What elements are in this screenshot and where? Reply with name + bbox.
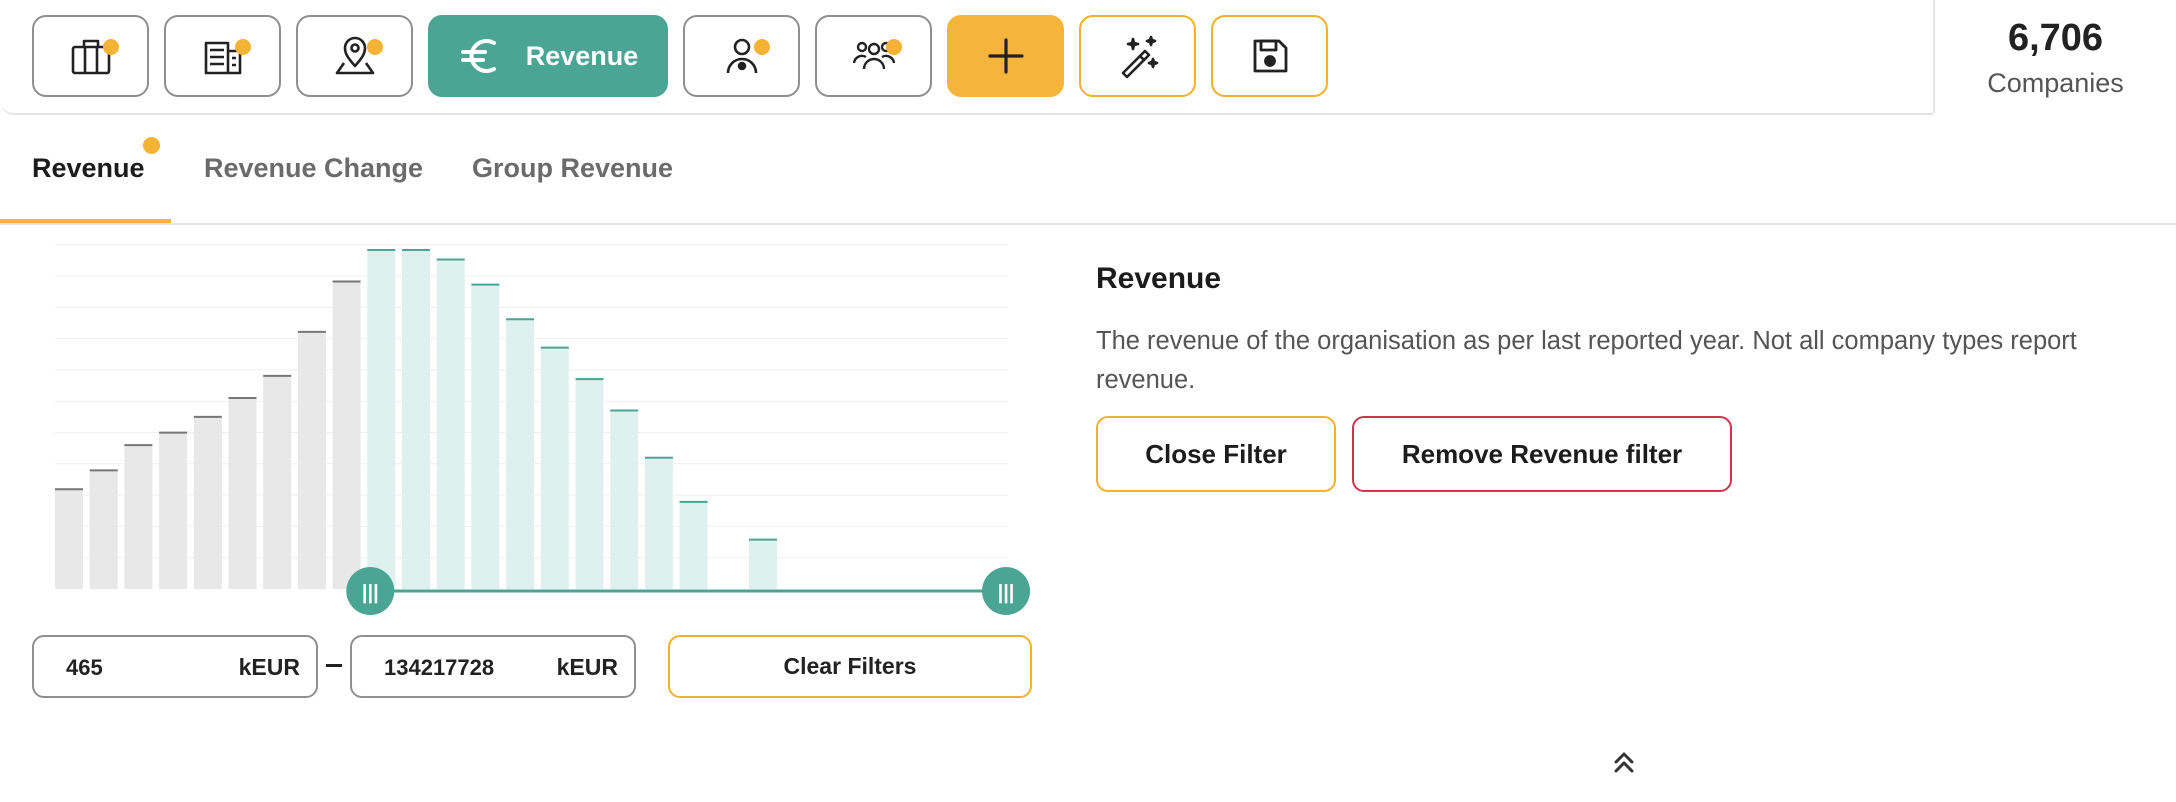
histogram-bar xyxy=(471,283,500,589)
company-register-button[interactable] xyxy=(164,15,281,97)
tab-revenue-change[interactable]: Revenue Change xyxy=(204,153,423,184)
revenue-tabs: Revenue Revenue Change Group Revenue xyxy=(0,115,2176,225)
range-slider-max-handle[interactable]: ||| xyxy=(982,567,1030,615)
histogram-bar xyxy=(332,280,361,589)
histogram-bar xyxy=(610,409,639,589)
histogram-bar xyxy=(679,500,708,589)
histogram-svg: ||| ||| xyxy=(55,244,1030,615)
plus-icon xyxy=(987,38,1024,74)
histogram-bar xyxy=(367,249,396,589)
histogram-bar xyxy=(228,396,257,589)
min-revenue-value: 465 xyxy=(66,655,103,680)
histogram-bar xyxy=(402,249,430,589)
slider-grip-icon: ||| xyxy=(362,582,379,604)
employees-filter-button[interactable] xyxy=(815,15,932,97)
active-filter-dot xyxy=(235,39,251,55)
max-revenue-input[interactable]: 134217728 kEUR xyxy=(350,635,636,698)
magic-wand-button[interactable] xyxy=(1079,15,1196,97)
remove-revenue-filter-button[interactable]: Remove Revenue filter xyxy=(1352,416,1732,492)
histogram-bar xyxy=(89,469,118,589)
revenue-histogram: ||| ||| xyxy=(0,225,1060,625)
histogram-bar xyxy=(297,330,326,589)
active-filter-dot xyxy=(754,39,770,55)
slider-grip-icon: ||| xyxy=(998,582,1015,604)
active-filter-dot xyxy=(886,39,902,55)
company-count-label: Companies xyxy=(1987,68,2124,98)
histogram-bar xyxy=(159,431,188,589)
range-separator xyxy=(326,664,342,667)
save-button[interactable] xyxy=(1211,15,1328,97)
company-counter: 6,706 Companies xyxy=(1933,0,2176,113)
filter-description: The revenue of the organisation as per l… xyxy=(1096,327,2077,394)
filter-title: Revenue xyxy=(1096,262,1222,295)
clear-filters-button[interactable]: Clear Filters xyxy=(668,635,1032,698)
close-filter-button[interactable]: Close Filter xyxy=(1096,416,1336,492)
industry-filter-button[interactable] xyxy=(32,15,149,97)
tab-revenue[interactable]: Revenue xyxy=(32,153,145,184)
min-revenue-input[interactable]: 465 kEUR xyxy=(32,635,318,698)
histogram-bar xyxy=(644,456,673,589)
active-filter-dot xyxy=(143,137,160,154)
floppy-disk-icon xyxy=(1253,39,1287,73)
histogram-bar xyxy=(193,415,222,589)
histogram-bar xyxy=(540,346,569,589)
location-filter-button[interactable] xyxy=(296,15,413,97)
histogram-bar xyxy=(436,258,465,589)
add-filter-button[interactable] xyxy=(947,15,1064,97)
revenue-filter-label: Revenue xyxy=(525,40,639,71)
tab-group-revenue[interactable]: Group Revenue xyxy=(472,153,673,184)
range-slider-min-handle[interactable]: ||| xyxy=(346,567,395,615)
histogram-bar xyxy=(506,318,535,589)
active-tab-underline xyxy=(0,219,171,223)
histogram-bar xyxy=(124,444,153,589)
collapse-chevron-icon[interactable] xyxy=(1608,746,1640,778)
histogram-bar xyxy=(749,538,777,589)
active-filter-dot xyxy=(103,39,119,55)
max-revenue-value: 134217728 xyxy=(384,655,495,680)
filter-toolbar: Revenue xyxy=(0,0,1933,115)
max-revenue-unit: kEUR xyxy=(556,654,618,680)
histogram-bar xyxy=(55,488,83,589)
histogram-bar xyxy=(263,374,292,589)
company-count: 6,706 xyxy=(2007,17,2104,59)
magic-wand-icon xyxy=(1121,35,1158,79)
revenue-filter-button[interactable]: Revenue xyxy=(428,15,668,97)
min-revenue-unit: kEUR xyxy=(238,654,300,680)
histogram-bar xyxy=(575,378,604,589)
euro-icon xyxy=(460,39,496,73)
person-filter-button[interactable] xyxy=(683,15,800,97)
active-filter-dot xyxy=(367,39,383,55)
